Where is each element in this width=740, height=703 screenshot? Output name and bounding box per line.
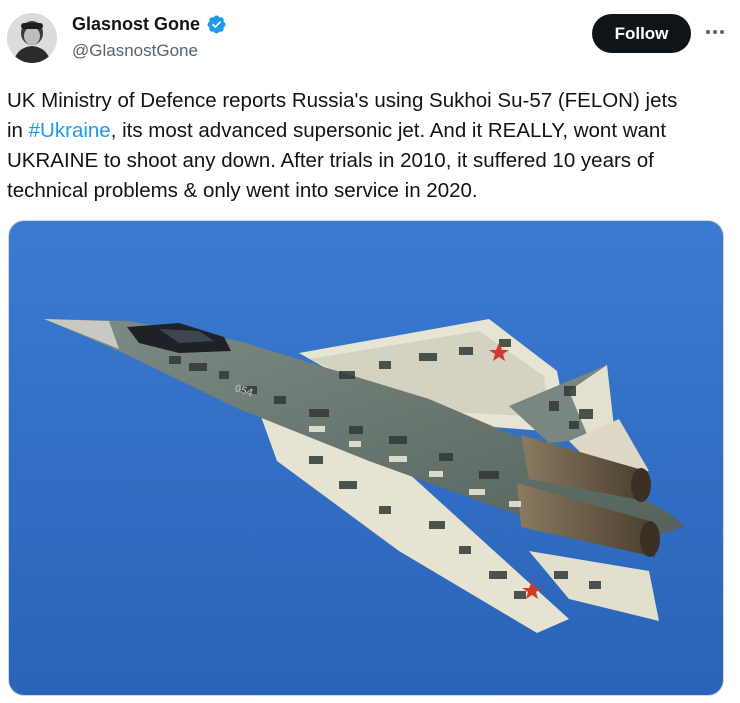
tweet-media-image[interactable]: 054 [8, 220, 724, 696]
hashtag-link[interactable]: #Ukraine [29, 119, 111, 142]
su57-jet-photo: 054 [9, 221, 723, 695]
author-name-row[interactable]: Glasnost Gone [72, 13, 227, 35]
tweet-text: UK Ministry of Defence reports Russia's … [7, 86, 732, 206]
more-horizontal-icon[interactable] [703, 24, 727, 40]
more-dot [720, 30, 724, 34]
more-dot [706, 30, 710, 34]
tweet: Glasnost Gone @GlasnostGone Follow UK Mi… [0, 0, 740, 703]
verified-badge-icon [207, 15, 226, 33]
author-handle[interactable]: @GlasnostGone [72, 40, 198, 62]
avatar[interactable] [7, 13, 57, 63]
avatar-image [7, 13, 57, 63]
follow-button[interactable]: Follow [592, 14, 691, 53]
more-dot [713, 30, 717, 34]
author-display-name[interactable]: Glasnost Gone [72, 13, 200, 35]
